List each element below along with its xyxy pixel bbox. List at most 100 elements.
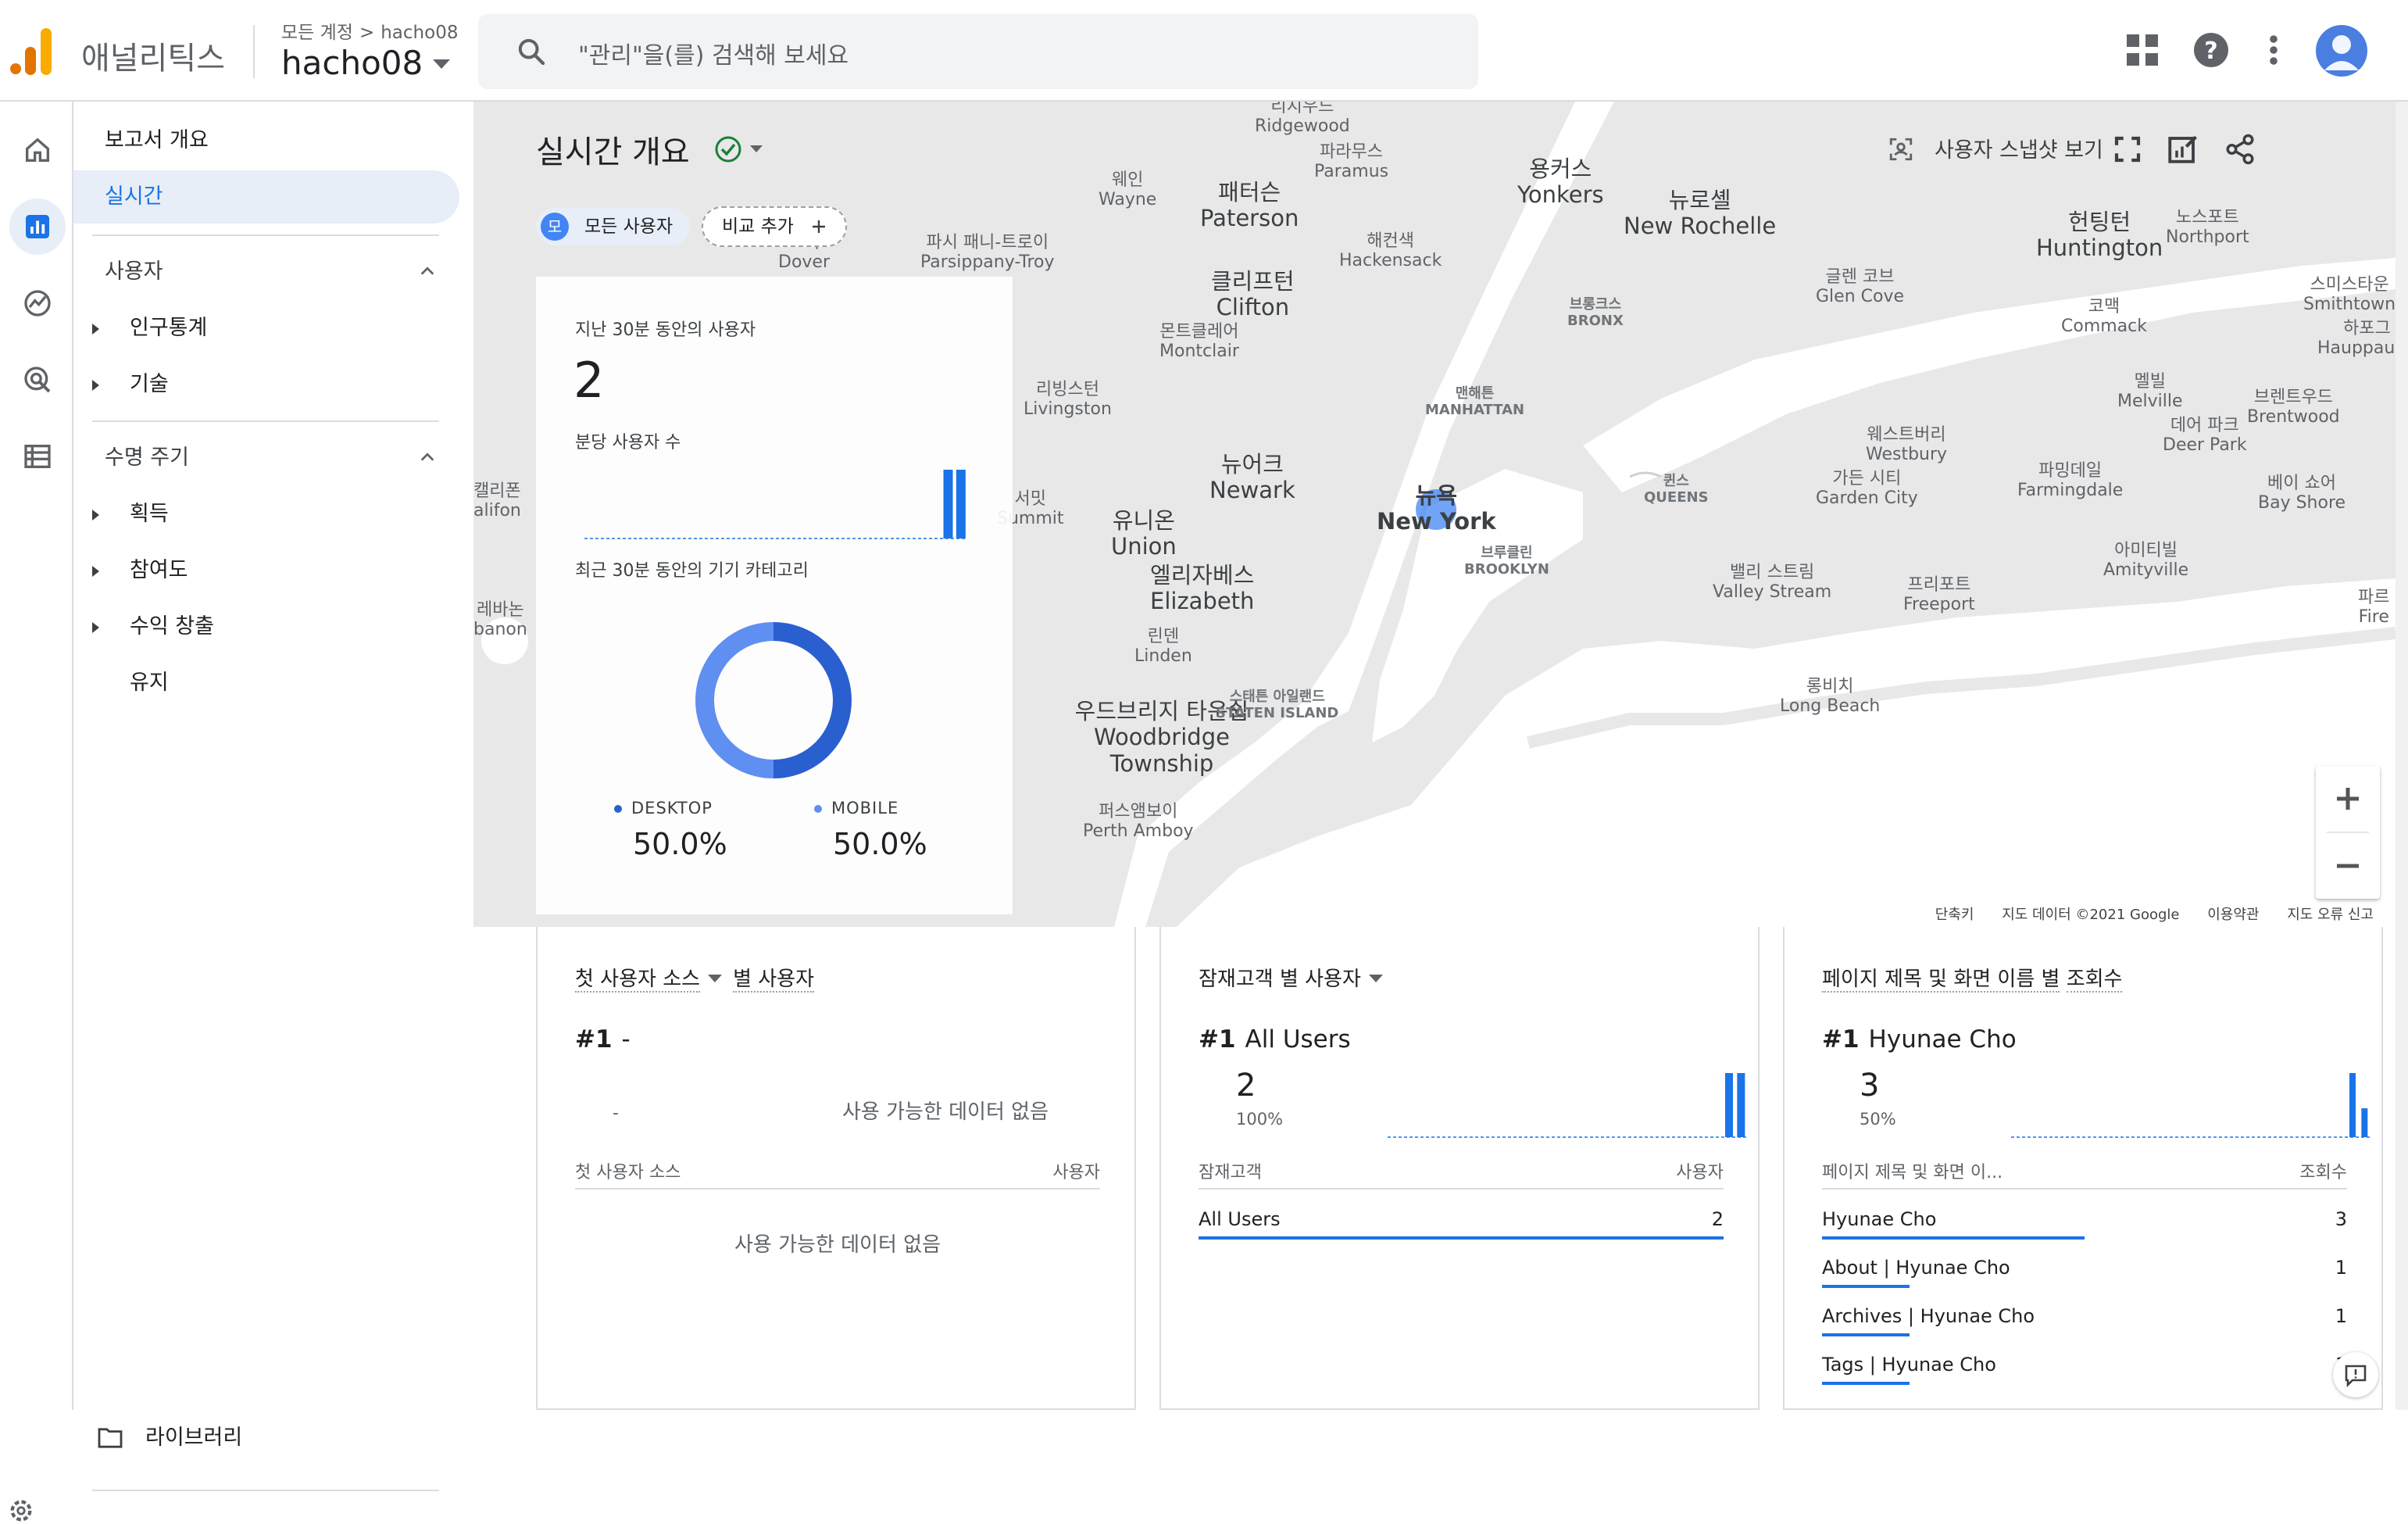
nav-item-label: 획득 [130, 502, 169, 526]
map-label: 프리포트 Freeport [1903, 575, 1975, 615]
nav-library[interactable]: 라이브러리 [73, 1411, 459, 1465]
help-icon[interactable]: ? [2191, 30, 2231, 70]
avatar[interactable] [2316, 25, 2367, 77]
table-row[interactable]: Tags | Hyunae Cho1 [1822, 1343, 2347, 1390]
row-share-bar [1199, 1236, 1724, 1240]
mobile-share: 50.0% [833, 827, 927, 861]
realtime-map[interactable]: 리지우드 Ridgewood 파라무스 Paramus 용커스 Yonkers 뉴로셸… [473, 102, 2395, 927]
map-label: 데어 파크 Deer Park [2163, 416, 2247, 456]
nav-item-acquisition[interactable]: 획득 [73, 488, 459, 541]
add-comparison-button[interactable]: 비교 추가 [702, 206, 847, 247]
property-selector[interactable]: hacho08 [281, 44, 423, 82]
bar-mark [1737, 1073, 1745, 1137]
dimension-selector[interactable]: 첫 사용자 소스 [575, 968, 701, 993]
map-label: 하포그Hauppauge [2317, 319, 2395, 359]
sparkline-chart[interactable] [1388, 1068, 1747, 1138]
chip-label: 비교 추가 [722, 216, 794, 237]
home-icon[interactable] [9, 122, 66, 178]
configure-icon[interactable] [9, 428, 66, 485]
map-label: 노스포트 Northport [2166, 208, 2249, 248]
advertising-icon[interactable] [9, 352, 66, 408]
customize-report-icon[interactable] [2166, 133, 2199, 166]
top-entry-percent: 100% [1236, 1110, 1284, 1129]
table-row[interactable]: About | Hyunae Cho 1 [1822, 1246, 2347, 1293]
nav-item-label: 기술 [130, 372, 169, 396]
nav-section-users[interactable]: 사용자 [73, 245, 459, 299]
nav-item-engagement[interactable]: 참여도 [73, 544, 459, 597]
sparkline-chart[interactable] [2011, 1068, 2370, 1138]
map-label: 글렌 코브 Glen Cove [1816, 267, 1905, 307]
top-entry-percent: 50% [1860, 1110, 1896, 1129]
realtime-overview-card: 지난 30분 동안의 사용자 2 분당 사용자 수 최근 30분 동안의 기기 … [536, 277, 1013, 914]
nav-library-label: 라이브러리 [145, 1426, 243, 1450]
scrollbar[interactable] [2395, 102, 2408, 1410]
nav-item-demographics[interactable]: 인구통계 [73, 302, 459, 355]
top-entry: #1- [575, 1025, 631, 1054]
map-label: 멜빌 Melville [2117, 372, 2183, 412]
map-label: 맨해튼 MANHATTAN [1425, 385, 1525, 418]
map-label: 아미티빌 Amityville [2103, 541, 2189, 581]
plus-icon [812, 220, 825, 233]
map-label: 브렌트우드 Brentwood [2247, 388, 2340, 428]
user-snapshot-button[interactable]: 사용자 스냅샷 보기 [1889, 133, 2103, 167]
legend-desktop: DESKTOP [614, 799, 713, 817]
map-zoom-control [2316, 766, 2380, 899]
nav-item-tech[interactable]: 기술 [73, 358, 459, 411]
legend-dot [814, 805, 822, 813]
map-label: 뉴로셸 New Rochelle [1624, 187, 1777, 240]
table-row[interactable]: Archives | Hyunae Cho 1 [1822, 1294, 2347, 1341]
breadcrumb-root[interactable]: 모든 계정 [281, 23, 353, 43]
device-category-label: 최근 30분 동안의 기기 카테고리 [575, 561, 809, 581]
row-value: 1 [2335, 1257, 2347, 1279]
map-label: 린덴 Linden [1134, 627, 1192, 667]
breadcrumb-account[interactable]: hacho08 [380, 23, 458, 43]
table-row[interactable]: All Users 2 [1199, 1197, 1724, 1244]
map-data-credit: 지도 데이터 ©2021 Google [2002, 907, 2180, 923]
zoom-out-icon[interactable] [2316, 833, 2380, 899]
terms-link[interactable]: 이용약관 [2207, 907, 2259, 923]
explore-icon[interactable] [9, 275, 66, 331]
desktop-share: 50.0% [633, 827, 727, 861]
search-icon [518, 38, 545, 66]
bar-mark [956, 470, 966, 538]
nav-report-overview[interactable]: 보고서 개요 [73, 114, 459, 167]
fullscreen-icon[interactable] [2111, 133, 2144, 166]
more-vert-icon[interactable] [2253, 30, 2294, 70]
shortcuts-link[interactable]: 단축키 [1935, 907, 1974, 923]
search-placeholder: "관리"을(를) 검색해 보세요 [578, 42, 849, 70]
divider [253, 25, 255, 78]
expand-triangle-icon [92, 380, 99, 391]
users-per-minute-chart[interactable] [584, 464, 967, 539]
nav-section-lifecycle[interactable]: 수명 주기 [73, 431, 459, 485]
table-row[interactable]: Hyunae Cho 3 [1822, 1197, 2347, 1244]
zoom-in-icon[interactable] [2316, 766, 2380, 832]
row-label: Hyunae Cho [1822, 1208, 1937, 1230]
map-label: 밸리 스트림 Valley Stream [1713, 563, 1832, 603]
breadcrumb[interactable]: 모든 계정 > hacho08 [281, 17, 458, 44]
comparison-chip-all-users[interactable]: 모 모든 사용자 [536, 208, 691, 245]
feedback-button[interactable] [2333, 1352, 2378, 1397]
top-app-bar: 애널리틱스 모든 계정 > hacho08 hacho08 "관리"을(를) 검색해… [0, 0, 2408, 102]
donut-slice-mobile [695, 622, 773, 778]
share-icon[interactable] [2224, 133, 2256, 166]
status-check-icon[interactable] [713, 133, 769, 166]
report-map-error-link[interactable]: 지도 오류 신고 [2287, 907, 2374, 923]
placeholder-dash: - [613, 1104, 619, 1123]
apps-grid-icon[interactable] [2122, 30, 2163, 70]
dimension-selector[interactable]: 잠재고객 별 사용자 [1199, 968, 1361, 991]
divider [92, 1490, 439, 1491]
map-label: 코맥 Commack [2061, 297, 2147, 337]
reports-icon[interactable] [9, 199, 66, 255]
nav-item-monetization[interactable]: 수익 창출 [73, 600, 459, 653]
search-bar[interactable]: "관리"을(를) 검색해 보세요 [478, 14, 1478, 89]
analytics-logo-icon[interactable] [9, 28, 53, 75]
users-value: 2 [573, 352, 605, 409]
chevron-down-icon[interactable] [1368, 974, 1383, 982]
chevron-down-icon[interactable] [708, 974, 723, 982]
device-donut-chart[interactable] [688, 614, 859, 786]
nav-item-retention[interactable]: 유지 [73, 656, 459, 710]
chevron-down-icon[interactable] [433, 59, 450, 69]
nav-realtime[interactable]: 실시간 [73, 170, 459, 224]
settings-icon[interactable] [8, 1497, 34, 1524]
svg-text:?: ? [2204, 38, 2217, 65]
